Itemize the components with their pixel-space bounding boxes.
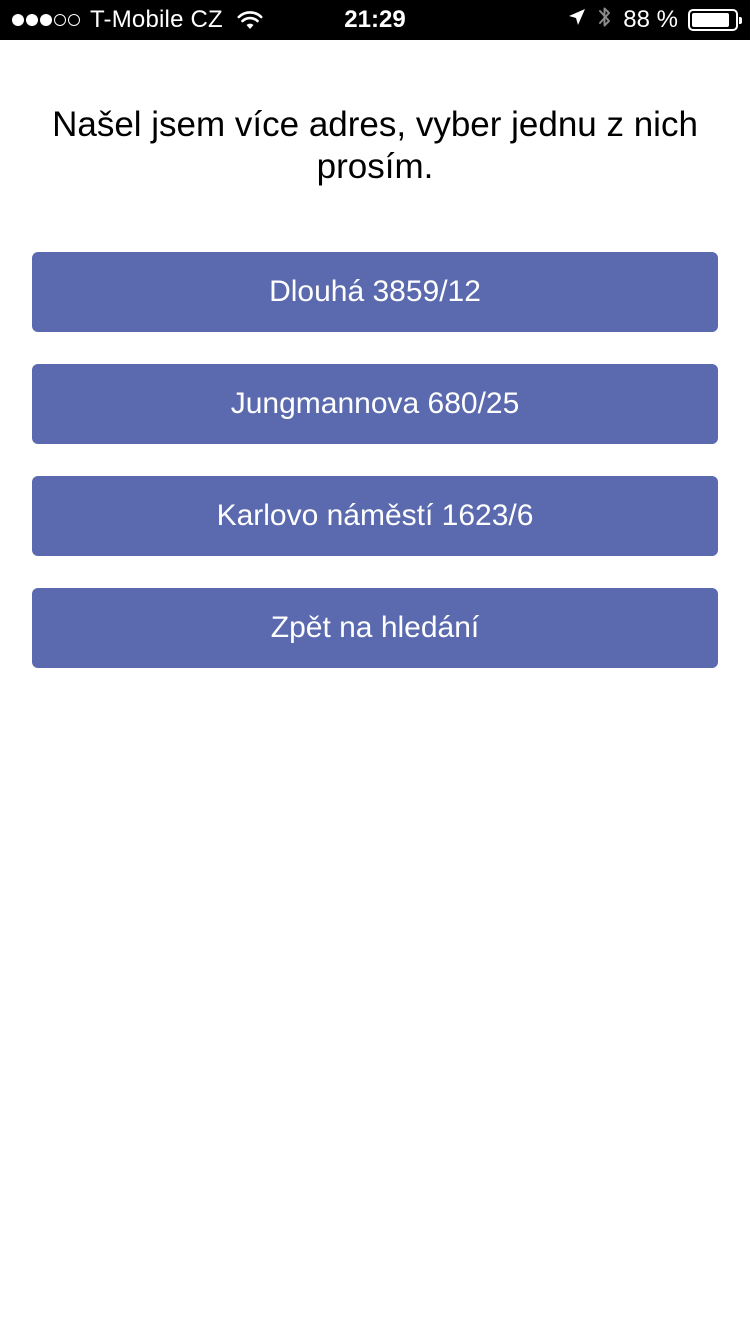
page-title: Našel jsem více adres, vyber jednu z nic… [52,105,698,186]
carrier-name: T-Mobile CZ [90,6,223,33]
status-bar-right: 88 % [557,0,742,40]
signal-dot [54,14,66,26]
signal-dot [26,14,38,26]
battery-percent: 88 % [623,6,678,33]
location-arrow-icon [567,6,587,34]
signal-dot [12,14,24,26]
address-options-list: Dlouhá 3859/12 Jungmannova 680/25 Karlov… [32,252,718,700]
battery-cap [739,17,742,24]
bluetooth-icon [597,4,613,37]
battery-icon [688,9,742,31]
signal-dot [40,14,52,26]
wifi-icon [237,10,263,30]
address-option-button[interactable]: Karlovo náměstí 1623/6 [32,476,718,556]
signal-strength-icon [12,14,82,26]
address-option-button[interactable]: Jungmannova 680/25 [32,364,718,444]
status-bar: T-Mobile CZ 21:29 88 % [0,0,750,40]
battery-level [692,13,729,27]
signal-dot [68,14,80,26]
status-bar-left: T-Mobile CZ [12,0,263,40]
address-option-button[interactable]: Dlouhá 3859/12 [32,252,718,332]
back-to-search-button[interactable]: Zpět na hledání [32,588,718,668]
